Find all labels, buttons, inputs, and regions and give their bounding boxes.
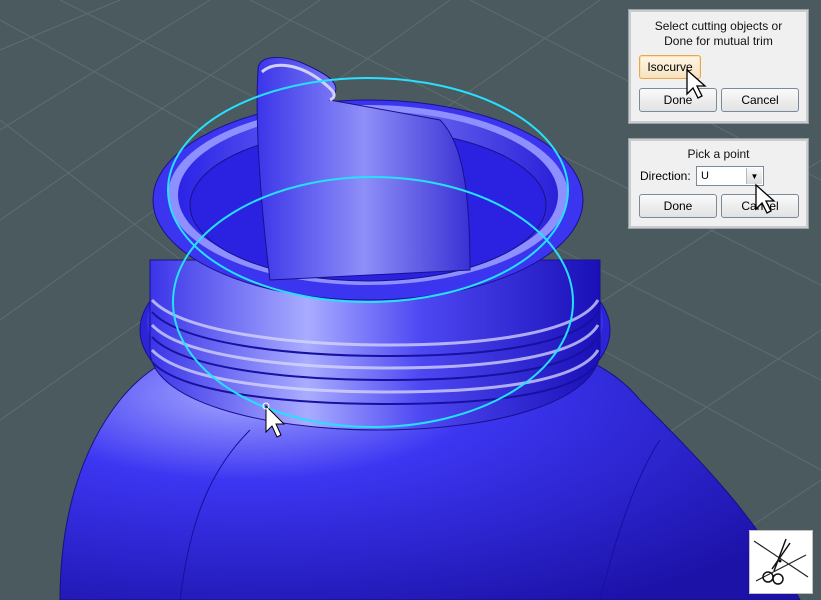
trim-prompt-line2: Done for mutual trim	[664, 34, 773, 48]
trim-cancel-button[interactable]: Cancel	[721, 88, 799, 112]
trim-prompt-line1: Select cutting objects or	[654, 19, 783, 33]
arrow-cursor-icon	[755, 183, 776, 214]
pick-point-prompt: Pick a point	[687, 147, 750, 161]
direction-value: U	[701, 170, 709, 182]
chevron-down-icon[interactable]: ▼	[746, 168, 762, 184]
trim-options-panel: Select cutting objects or Done for mutua…	[628, 9, 809, 124]
scissors-trim-icon[interactable]	[749, 530, 813, 594]
point-done-button[interactable]: Done	[639, 194, 717, 218]
direction-label: Direction:	[640, 169, 691, 183]
arrow-cursor-icon	[686, 68, 707, 99]
pick-point-panel: Pick a point Direction: U ▼ Done Cancel	[628, 138, 809, 229]
